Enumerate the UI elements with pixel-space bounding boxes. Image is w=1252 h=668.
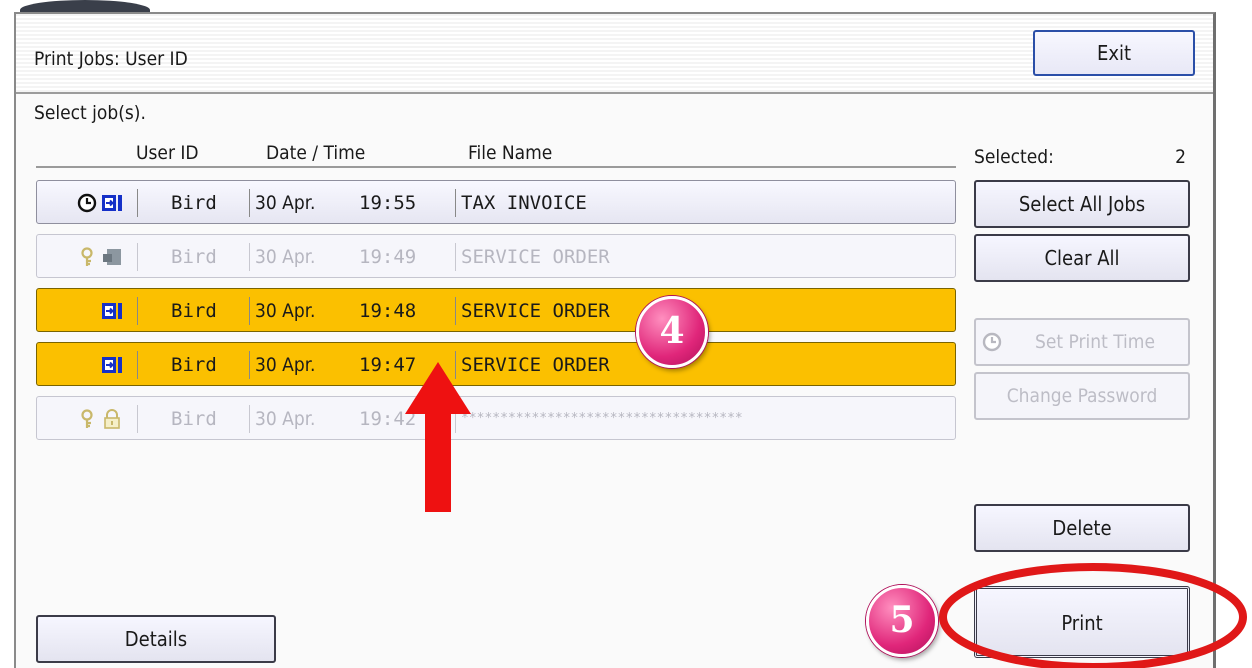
job-user: Bird (171, 192, 217, 214)
print-job-icon (102, 357, 122, 373)
job-row[interactable]: Bird 30 Apr. 19:48 SERVICE ORDER (36, 288, 956, 332)
job-row[interactable]: Bird 30 Apr. 19:47 SERVICE ORDER (36, 342, 956, 386)
job-file-name: SERVICE ORDER (461, 300, 610, 322)
job-file-name: SERVICE ORDER (461, 246, 610, 268)
step-4-callout: 4 (636, 296, 708, 368)
lock-icon (104, 409, 120, 429)
job-file-name: TAX INVOICE (461, 192, 587, 214)
column-separator (249, 351, 250, 379)
header-bar: Print Jobs: User ID Exit (16, 14, 1213, 94)
job-time: 19:49 (359, 246, 417, 268)
column-separator (249, 297, 250, 325)
select-all-jobs-button[interactable]: Select All Jobs (974, 180, 1190, 228)
clear-all-button[interactable]: Clear All (974, 234, 1190, 282)
column-separator (249, 243, 250, 271)
job-user: Bird (171, 300, 217, 322)
print-job-icon (102, 303, 122, 319)
job-date: 30 Apr. (255, 354, 316, 376)
column-separator (137, 297, 138, 325)
job-file-name: SERVICE ORDER (461, 354, 610, 376)
column-separator (137, 243, 138, 271)
red-circle-annotation (939, 563, 1247, 668)
column-separator (455, 189, 456, 217)
column-separator (137, 405, 138, 433)
details-button[interactable]: Details (36, 615, 276, 663)
job-row[interactable]: Bird 30 Apr. 19:55 TAX INVOICE (36, 180, 956, 224)
job-date: 30 Apr. (255, 408, 316, 430)
job-row[interactable]: Bird 30 Apr. 19:49 SERVICE ORDER (36, 234, 956, 278)
column-separator (249, 405, 250, 433)
set-print-time-button[interactable]: Set Print Time (974, 318, 1190, 366)
step-5-callout: 5 (866, 585, 938, 657)
job-time: 19:48 (359, 300, 417, 322)
job-date: 30 Apr. (255, 192, 316, 214)
red-up-arrow-annotation (405, 362, 471, 512)
set-print-time-label: Set Print Time (1035, 331, 1155, 353)
job-row[interactable]: Bird 30 Apr. 19:42 *********************… (36, 396, 956, 440)
select-jobs-prompt: Select job(s). (34, 102, 146, 124)
key-icon (81, 409, 93, 428)
clock-icon (982, 332, 1002, 352)
page-title: Print Jobs: User ID (34, 48, 188, 70)
column-separator (455, 297, 456, 325)
column-header-date-time: Date / Time (266, 142, 366, 164)
job-date: 30 Apr. (255, 246, 316, 268)
column-separator (137, 189, 138, 217)
job-user: Bird (171, 246, 217, 268)
key-icon (81, 247, 93, 266)
header-divider (36, 166, 956, 168)
column-header-file-name: File Name (468, 142, 553, 164)
column-header-user-id: User ID (136, 142, 199, 164)
stored-job-icon (103, 249, 121, 265)
column-separator (249, 189, 250, 217)
selected-count: 2 (1175, 146, 1186, 168)
job-time: 19:55 (359, 192, 417, 214)
job-date: 30 Apr. (255, 300, 316, 322)
clock-icon (77, 193, 97, 213)
column-separator (137, 351, 138, 379)
print-job-icon (102, 195, 122, 211)
selected-label: Selected: (974, 146, 1054, 168)
job-user: Bird (171, 408, 217, 430)
column-separator (455, 243, 456, 271)
job-user: Bird (171, 354, 217, 376)
change-password-button[interactable]: Change Password (974, 372, 1190, 420)
job-file-name: ************************************ (461, 411, 743, 426)
delete-button[interactable]: Delete (974, 504, 1190, 552)
exit-button[interactable]: Exit (1033, 30, 1195, 76)
